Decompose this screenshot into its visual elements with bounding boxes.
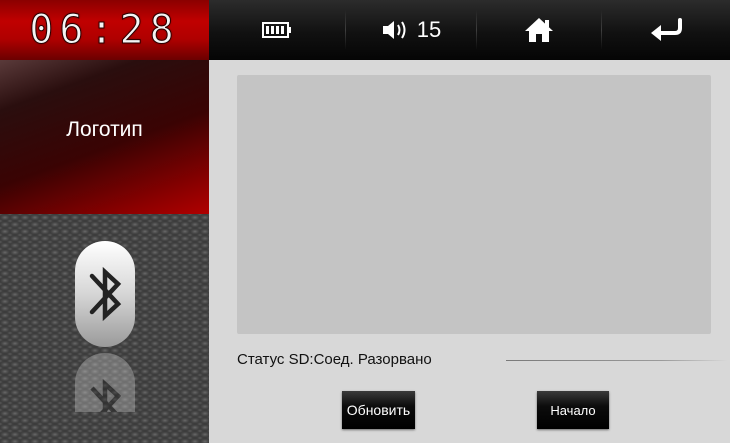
return-arrow-icon	[651, 18, 682, 41]
logo-preview	[237, 75, 711, 334]
battery-indicator	[209, 0, 345, 60]
home-button[interactable]	[477, 0, 601, 60]
logo-button[interactable]: Логотип	[0, 60, 209, 214]
sd-status-text: Статус SD:Соед. Разорвано	[237, 351, 432, 368]
bluetooth-icon[interactable]	[74, 240, 136, 348]
logo-label: Логотип	[66, 118, 143, 141]
volume-button[interactable]: 15	[346, 0, 476, 60]
battery-full-icon	[262, 22, 291, 38]
refresh-button[interactable]: Обновить	[342, 391, 415, 429]
volume-level: 15	[416, 17, 442, 42]
back-button[interactable]	[602, 0, 730, 60]
divider	[506, 360, 728, 361]
top-bar: 06:28 15	[0, 0, 730, 60]
home-icon	[525, 18, 553, 42]
bluetooth-reflection	[74, 352, 136, 412]
clock: 06:28	[29, 7, 180, 54]
clock-panel: 06:28	[0, 0, 209, 60]
start-button[interactable]: Начало	[537, 391, 609, 429]
speaker-icon	[382, 21, 406, 39]
